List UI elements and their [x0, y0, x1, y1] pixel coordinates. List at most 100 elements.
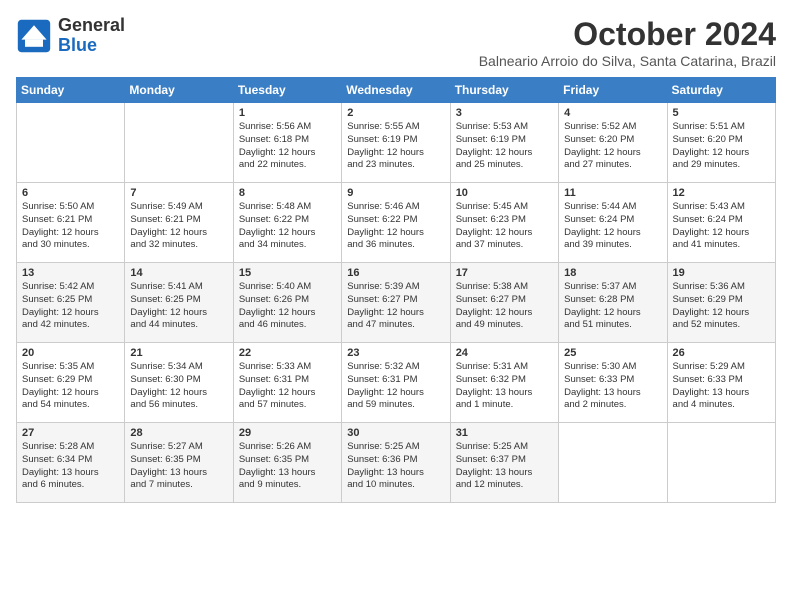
calendar-cell: 9Sunrise: 5:46 AM Sunset: 6:22 PM Daylig…	[342, 183, 450, 263]
day-number: 20	[22, 347, 119, 359]
day-number: 13	[22, 267, 119, 279]
day-content: Sunrise: 5:48 AM Sunset: 6:22 PM Dayligh…	[239, 201, 336, 252]
day-content: Sunrise: 5:30 AM Sunset: 6:33 PM Dayligh…	[564, 361, 661, 412]
week-row-2: 6Sunrise: 5:50 AM Sunset: 6:21 PM Daylig…	[17, 183, 776, 263]
day-content: Sunrise: 5:26 AM Sunset: 6:35 PM Dayligh…	[239, 441, 336, 492]
location-title: Balneario Arroio do Silva, Santa Catarin…	[479, 53, 776, 69]
day-number: 25	[564, 347, 661, 359]
day-number: 31	[456, 427, 553, 439]
day-number: 12	[673, 187, 770, 199]
logo: General Blue	[16, 16, 125, 56]
day-number: 6	[22, 187, 119, 199]
day-content: Sunrise: 5:34 AM Sunset: 6:30 PM Dayligh…	[130, 361, 227, 412]
calendar-cell: 13 Sunrise: 5:42 AM Sunset: 6:25 PM Dayli…	[17, 263, 125, 343]
day-content: Sunrise: 5:35 AM Sunset: 6:29 PM Dayligh…	[22, 361, 119, 412]
day-number: 11	[564, 187, 661, 199]
day-content: Sunrise: 5:32 AM Sunset: 6:31 PM Dayligh…	[347, 361, 444, 412]
calendar-cell: 16Sunrise: 5:39 AM Sunset: 6:27 PM Dayli…	[342, 263, 450, 343]
col-header-saturday: Saturday	[667, 78, 775, 103]
day-number: 2	[347, 107, 444, 119]
day-number: 3	[456, 107, 553, 119]
day-content: Sunrise: 5:31 AM Sunset: 6:32 PM Dayligh…	[456, 361, 553, 412]
day-number: 23	[347, 347, 444, 359]
calendar-cell: 20 Sunrise: 5:35 AM Sunset: 6:29 PM Dayli…	[17, 343, 125, 423]
day-number: 15	[239, 267, 336, 279]
day-number: 1	[239, 107, 336, 119]
day-content: Sunrise: 5:36 AM Sunset: 6:29 PM Dayligh…	[673, 281, 770, 332]
day-number: 24	[456, 347, 553, 359]
day-content: Sunrise: 5:53 AM Sunset: 6:19 PM Dayligh…	[456, 121, 553, 172]
col-header-thursday: Thursday	[450, 78, 558, 103]
day-number: 30	[347, 427, 444, 439]
calendar-cell	[559, 423, 667, 503]
week-row-5: 27Sunrise: 5:28 AM Sunset: 6:34 PM Dayli…	[17, 423, 776, 503]
calendar-cell: 27Sunrise: 5:28 AM Sunset: 6:34 PM Dayli…	[17, 423, 125, 503]
day-number: 22	[239, 347, 336, 359]
week-row-4: 20 Sunrise: 5:35 AM Sunset: 6:29 PM Dayli…	[17, 343, 776, 423]
day-content: Sunrise: 5:27 AM Sunset: 6:35 PM Dayligh…	[130, 441, 227, 492]
day-number: 4	[564, 107, 661, 119]
day-content: Sunrise: 5:40 AM Sunset: 6:26 PM Dayligh…	[239, 281, 336, 332]
calendar-cell: 4 Sunrise: 5:52 AM Sunset: 6:20 PM Daylig…	[559, 103, 667, 183]
col-header-wednesday: Wednesday	[342, 78, 450, 103]
logo-icon	[16, 18, 52, 54]
day-number: 10	[456, 187, 553, 199]
col-header-monday: Monday	[125, 78, 233, 103]
calendar-cell: 23 Sunrise: 5:32 AM Sunset: 6:31 PM Dayli…	[342, 343, 450, 423]
calendar-cell: 29 Sunrise: 5:26 AM Sunset: 6:35 PM Dayli…	[233, 423, 341, 503]
calendar-cell	[17, 103, 125, 183]
logo-text: General Blue	[58, 16, 125, 56]
day-number: 17	[456, 267, 553, 279]
day-content: Sunrise: 5:25 AM Sunset: 6:36 PM Dayligh…	[347, 441, 444, 492]
day-content: Sunrise: 5:49 AM Sunset: 6:21 PM Dayligh…	[130, 201, 227, 252]
col-header-tuesday: Tuesday	[233, 78, 341, 103]
calendar-cell: 6Sunrise: 5:50 AM Sunset: 6:21 PM Daylig…	[17, 183, 125, 263]
day-number: 8	[239, 187, 336, 199]
calendar-cell: 11 Sunrise: 5:44 AM Sunset: 6:24 PM Dayli…	[559, 183, 667, 263]
day-content: Sunrise: 5:41 AM Sunset: 6:25 PM Dayligh…	[130, 281, 227, 332]
page-header: General Blue October 2024 Balneario Arro…	[16, 16, 776, 69]
col-header-friday: Friday	[559, 78, 667, 103]
day-content: Sunrise: 5:28 AM Sunset: 6:34 PM Dayligh…	[22, 441, 119, 492]
calendar-cell: 24 Sunrise: 5:31 AM Sunset: 6:32 PM Dayli…	[450, 343, 558, 423]
day-content: Sunrise: 5:51 AM Sunset: 6:20 PM Dayligh…	[673, 121, 770, 172]
day-content: Sunrise: 5:29 AM Sunset: 6:33 PM Dayligh…	[673, 361, 770, 412]
calendar-cell: 19 Sunrise: 5:36 AM Sunset: 6:29 PM Dayli…	[667, 263, 775, 343]
day-number: 5	[673, 107, 770, 119]
col-header-sunday: Sunday	[17, 78, 125, 103]
day-content: Sunrise: 5:43 AM Sunset: 6:24 PM Dayligh…	[673, 201, 770, 252]
calendar-cell	[125, 103, 233, 183]
day-content: Sunrise: 5:42 AM Sunset: 6:25 PM Dayligh…	[22, 281, 119, 332]
calendar-cell: 14Sunrise: 5:41 AM Sunset: 6:25 PM Dayli…	[125, 263, 233, 343]
month-title: October 2024	[479, 16, 776, 53]
day-content: Sunrise: 5:33 AM Sunset: 6:31 PM Dayligh…	[239, 361, 336, 412]
day-content: Sunrise: 5:52 AM Sunset: 6:20 PM Dayligh…	[564, 121, 661, 172]
week-row-1: 1Sunrise: 5:56 AM Sunset: 6:18 PM Daylig…	[17, 103, 776, 183]
calendar-table: SundayMondayTuesdayWednesdayThursdayFrid…	[16, 77, 776, 503]
day-content: Sunrise: 5:39 AM Sunset: 6:27 PM Dayligh…	[347, 281, 444, 332]
calendar-cell: 7Sunrise: 5:49 AM Sunset: 6:21 PM Daylig…	[125, 183, 233, 263]
day-content: Sunrise: 5:55 AM Sunset: 6:19 PM Dayligh…	[347, 121, 444, 172]
calendar-cell: 18Sunrise: 5:37 AM Sunset: 6:28 PM Dayli…	[559, 263, 667, 343]
calendar-cell: 12 Sunrise: 5:43 AM Sunset: 6:24 PM Dayli…	[667, 183, 775, 263]
calendar-cell: 1Sunrise: 5:56 AM Sunset: 6:18 PM Daylig…	[233, 103, 341, 183]
day-content: Sunrise: 5:38 AM Sunset: 6:27 PM Dayligh…	[456, 281, 553, 332]
calendar-cell: 22 Sunrise: 5:33 AM Sunset: 6:31 PM Dayli…	[233, 343, 341, 423]
calendar-cell: 28Sunrise: 5:27 AM Sunset: 6:35 PM Dayli…	[125, 423, 233, 503]
day-number: 21	[130, 347, 227, 359]
day-number: 29	[239, 427, 336, 439]
calendar-cell: 3 Sunrise: 5:53 AM Sunset: 6:19 PM Daylig…	[450, 103, 558, 183]
week-row-3: 13 Sunrise: 5:42 AM Sunset: 6:25 PM Dayli…	[17, 263, 776, 343]
calendar-cell: 5 Sunrise: 5:51 AM Sunset: 6:20 PM Daylig…	[667, 103, 775, 183]
calendar-cell: 15 Sunrise: 5:40 AM Sunset: 6:26 PM Dayli…	[233, 263, 341, 343]
day-content: Sunrise: 5:44 AM Sunset: 6:24 PM Dayligh…	[564, 201, 661, 252]
calendar-cell: 26Sunrise: 5:29 AM Sunset: 6:33 PM Dayli…	[667, 343, 775, 423]
calendar-cell: 31Sunrise: 5:25 AM Sunset: 6:37 PM Dayli…	[450, 423, 558, 503]
day-number: 19	[673, 267, 770, 279]
calendar-cell: 21 Sunrise: 5:34 AM Sunset: 6:30 PM Dayli…	[125, 343, 233, 423]
day-number: 18	[564, 267, 661, 279]
calendar-cell: 8 Sunrise: 5:48 AM Sunset: 6:22 PM Daylig…	[233, 183, 341, 263]
calendar-cell	[667, 423, 775, 503]
header-row: SundayMondayTuesdayWednesdayThursdayFrid…	[17, 78, 776, 103]
title-block: October 2024 Balneario Arroio do Silva, …	[479, 16, 776, 69]
